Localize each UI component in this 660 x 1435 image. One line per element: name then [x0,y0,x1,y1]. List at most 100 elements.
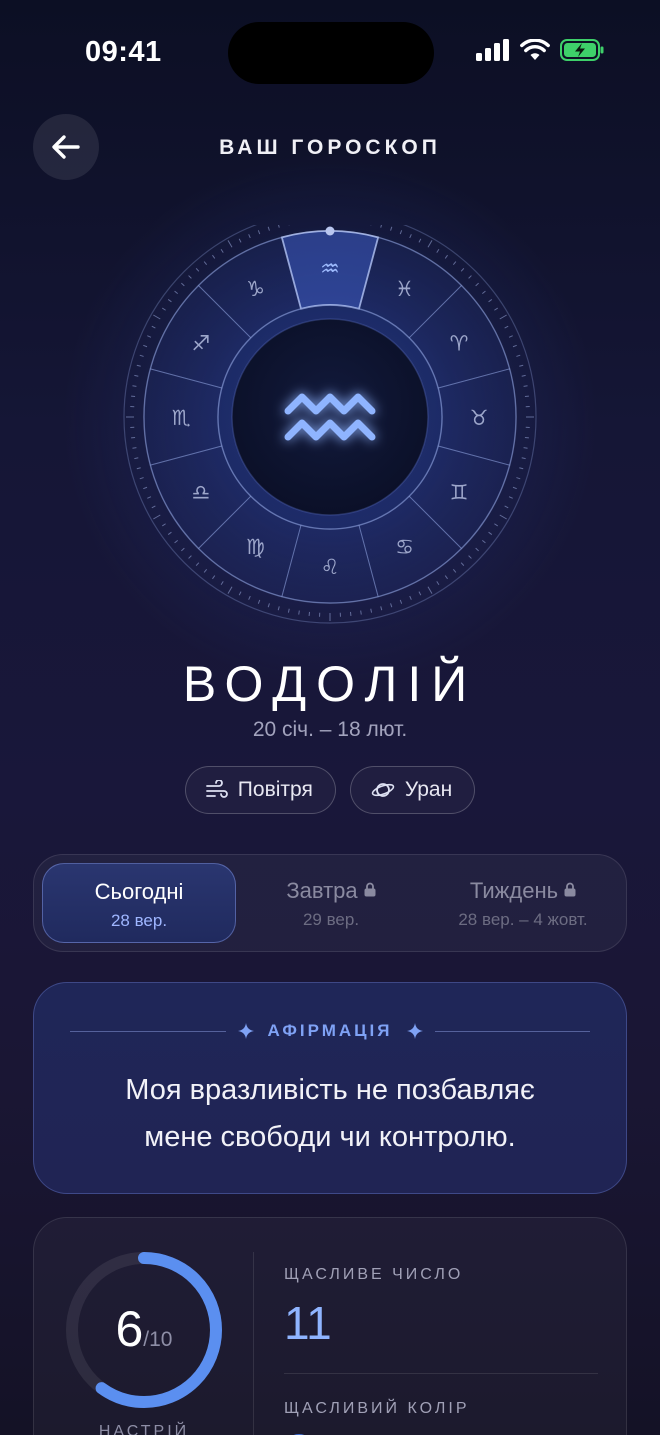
wheel-tick [482,539,486,544]
wheel-tick [508,335,513,338]
wheel-tick [267,603,270,608]
wheel-tick [248,234,251,239]
sparkle-icon [237,1023,254,1039]
wheel-tick [298,610,300,615]
wheel-tick [188,555,192,559]
wheel-tick [519,364,524,367]
wheel-tick [277,606,280,611]
wheel-tick [390,603,393,608]
wheel-tick [488,531,493,535]
divider [434,1030,590,1032]
tab-today[interactable]: Сьогодні 28 вер. [42,863,236,943]
wheel-tick [161,307,166,311]
libra-icon: ♎︎ [192,481,211,505]
chip-planet-label: Уран [404,778,453,801]
wheel-tick [267,226,270,231]
wheel-tick [212,575,216,580]
wheel-tick [188,275,192,279]
wheel-tick [460,268,465,272]
wheel-tick [278,225,280,228]
chip-element[interactable]: Повітря [184,766,336,814]
sign-name: ВОДОЛІЙ [182,656,478,712]
wheel-tick [167,299,172,303]
lucky-color-label: ЩАСЛИВИЙ КОЛІР [284,1400,470,1417]
wheel-tick [143,486,148,490]
wheel-tick [427,586,433,594]
pisces-icon: ♓︎ [395,277,414,301]
wheel-tick [380,606,383,611]
capricorn-icon: ♑︎ [246,277,265,301]
wheel-tick [136,364,141,367]
affirmation-line-2: мене свободи чи контролю. [144,1121,516,1153]
wheel-tick [238,591,242,596]
period-tabs: Сьогодні 28 вер. Завтра 29 вер. Тиждень … [33,854,627,952]
status-icons [476,38,604,62]
chip-element-label: Повітря [237,778,313,801]
wheel-tick [418,591,422,596]
divider [70,1030,226,1032]
header: ВАШ ГОРОСКОП [0,114,660,182]
wheel-tick [227,240,233,248]
wheel-tick [134,374,139,377]
leo-icon: ♌︎ [321,555,340,579]
wheel-tick [460,562,465,566]
tab-tomorrow-label: Завтра [286,878,358,903]
wheel-tick [257,230,261,235]
chip-planet[interactable]: Уран [349,766,476,814]
sign-chips: Повітря Уран [0,766,660,814]
affirmation-line-1: Моя вразливість не позбавляє [125,1074,535,1106]
wheel-tick [399,230,403,235]
wheel-tick [488,299,493,303]
wheel-tick [161,523,166,527]
aquarius-icon: ♒︎ [320,257,340,282]
wheel-center [231,318,429,516]
taurus-icon: ♉︎ [470,406,489,430]
wheel-tick [444,254,448,259]
zodiac-wheel[interactable]: ♒︎ ♓︎ ♈︎ ♉︎ ♊︎ ♋︎ ♌︎ ♍︎ ♎︎ ♏︎ ♐︎ ♑︎ [120,225,540,625]
tab-tomorrow-date: 29 вер. [302,910,360,929]
wheel-tick [360,610,362,615]
dynamic-island [228,22,434,84]
wheel-tick [195,268,200,272]
affirmation-header: АФІРМАЦІЯ [70,1021,590,1041]
tab-week-date: 28 вер. – 4 жовт. [458,910,588,929]
wheel-tick [475,547,479,552]
affirmation-label-group: АФІРМАЦІЯ [226,1021,435,1041]
wheel-tick [444,575,448,580]
stats-card: 6/10 НАСТРІЙ ЩАСЛИВЕ ЧИСЛО 11 ЩАСЛИВИЙ К… [33,1217,627,1435]
wheel-tick [147,335,152,338]
tab-week[interactable]: Тиждень 28 вер. – 4 жовт. [426,863,620,943]
affirmation-card: АФІРМАЦІЯ Моя вразливість не позбавляє м… [33,982,627,1194]
lucky-number-label: ЩАСЛИВЕ ЧИСЛО [284,1266,464,1283]
wheel-tick [504,505,509,509]
signal-icon [476,39,509,61]
wheel-tick [139,354,144,357]
wheel-tick [147,496,152,499]
wheel-tick [519,467,524,470]
wheel-tick [521,457,526,460]
wheel-tick [475,282,479,287]
wheel-tick [512,344,517,348]
wheel-tick [468,275,472,279]
wheel-tick [452,569,457,573]
wheel-tick [143,344,148,348]
wheel-tick [523,385,528,387]
wheel-tick [494,307,499,311]
lock-icon [364,882,376,897]
wheel-tick [380,225,382,228]
wheel-tick [508,496,513,499]
mood-max: /10 [143,1328,173,1351]
wheel-tick [452,261,457,265]
status-bar: 09:41 [0,0,660,100]
wind-icon [205,780,228,798]
virgo-icon: ♍︎ [246,535,265,559]
tab-tomorrow[interactable]: Завтра 29 вер. [236,863,426,943]
lock-icon [564,882,576,897]
wheel-tick [248,595,251,600]
wheel-tick [521,374,526,377]
planet-icon [371,783,395,797]
wheel-tick [238,238,242,243]
affirmation-label: АФІРМАЦІЯ [267,1021,393,1040]
wheel-tick [139,477,144,480]
wheel-tick [436,581,440,586]
